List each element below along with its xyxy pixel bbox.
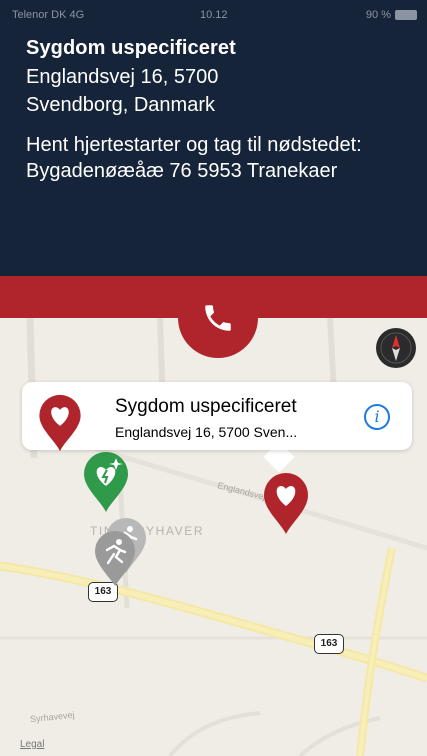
legal-link[interactable]: Legal	[20, 739, 44, 750]
callout-title: Sygdom uspecificeret	[115, 396, 297, 417]
aed-pin-icon[interactable]	[80, 450, 132, 514]
battery-icon	[395, 10, 417, 20]
heart-pin-icon	[39, 394, 81, 452]
incident-instruction: Hent hjertestarter og tag til nødstedet:…	[26, 134, 362, 182]
carrier-label: Telenor DK 4G	[12, 9, 85, 21]
status-bar: Telenor DK 4G 10.12 90 %	[0, 0, 427, 28]
info-icon: i	[374, 407, 380, 426]
incident-address-line1: Englandsvej 16, 5700	[26, 66, 219, 88]
runner-pin-icon[interactable]	[92, 530, 138, 588]
incident-address-line2: Svendborg, Danmark	[26, 94, 215, 116]
compass-icon	[380, 332, 412, 364]
info-button[interactable]: i	[364, 404, 390, 430]
heart-pin-icon[interactable]	[260, 470, 312, 536]
phone-icon	[205, 305, 231, 331]
incident-title: Sygdom uspecificeret	[26, 37, 236, 59]
callout-subtitle: Englandsvej 16, 5700 Sven...	[115, 424, 298, 440]
status-time: 10.12	[200, 9, 228, 21]
call-button[interactable]	[178, 278, 258, 358]
road-sign: 163	[314, 634, 344, 654]
battery-percent: 90 %	[365, 9, 391, 21]
compass-button[interactable]	[376, 328, 416, 368]
incident-header: Telenor DK 4G 10.12 90 % Sygdom uspecifi…	[0, 0, 427, 276]
